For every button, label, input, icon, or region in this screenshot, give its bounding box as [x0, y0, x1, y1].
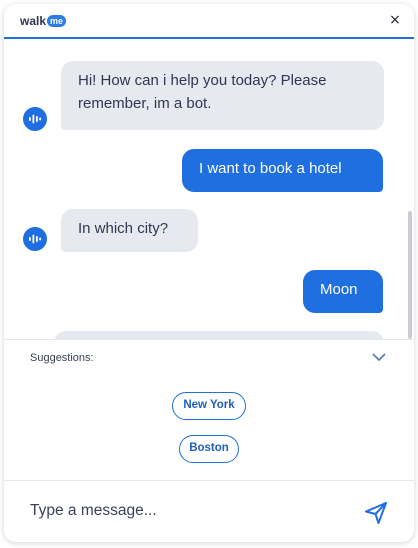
- chat-widget: walk me × Hi! How can i help you today? …: [4, 4, 414, 542]
- message-input[interactable]: [30, 499, 340, 523]
- chat-header: walk me ×: [4, 4, 414, 39]
- user-message: I want to book a hotel: [182, 149, 383, 192]
- walkme-logo: walk me: [20, 14, 67, 28]
- message-line: remember, im a bot.: [78, 95, 212, 112]
- suggestion-chip-boston[interactable]: Boston: [179, 435, 239, 463]
- close-icon[interactable]: ×: [387, 12, 403, 28]
- message-list[interactable]: Hi! How can i help you today? Please rem…: [4, 41, 414, 339]
- chevron-down-icon[interactable]: [372, 350, 386, 364]
- send-icon[interactable]: [363, 500, 389, 526]
- waveform-icon: [23, 107, 47, 131]
- bot-message-partial: [54, 331, 384, 339]
- suggestions-panel: Suggestions: New York Boston: [4, 339, 414, 481]
- logo-text: walk: [20, 14, 47, 28]
- suggestion-chip-new-york[interactable]: New York: [172, 392, 246, 420]
- message-composer: [4, 482, 414, 542]
- bot-message: In which city?: [61, 209, 198, 252]
- logo-badge: me: [47, 15, 67, 27]
- suggestions-label: Suggestions:: [30, 352, 94, 364]
- bot-message: Hi! How can i help you today? Please rem…: [61, 61, 384, 130]
- message-line: Hi! How can i help you today? Please: [78, 72, 327, 89]
- scrollbar[interactable]: [408, 211, 412, 339]
- user-message: Moon: [303, 270, 383, 313]
- page: walk me × Hi! How can i help you today? …: [0, 0, 418, 548]
- waveform-icon: [23, 227, 47, 251]
